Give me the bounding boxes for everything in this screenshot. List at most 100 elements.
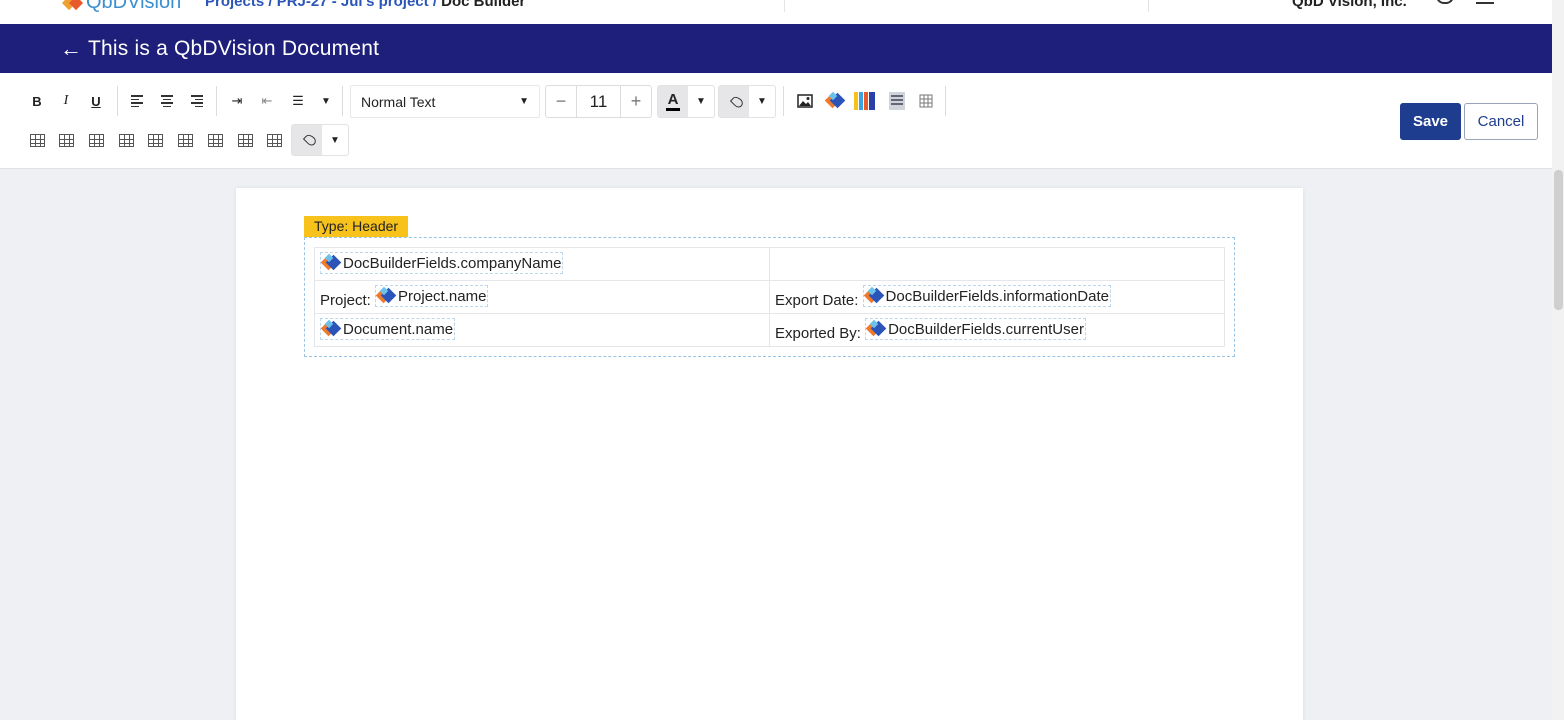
field-name: DocBuilderFields.currentUser xyxy=(888,320,1084,338)
paragraph-style-select[interactable]: Normal Text ▼ xyxy=(350,85,540,118)
column-right-icon xyxy=(147,133,163,147)
page-title: This is a QbDVision Document xyxy=(88,36,380,60)
app-logo[interactable]: QbDVision xyxy=(64,0,181,14)
qbdvision-field-icon xyxy=(824,91,845,110)
chat-icon[interactable] xyxy=(1436,0,1454,4)
highlight-color-dropdown[interactable]: ▼ xyxy=(749,86,775,117)
bold-button[interactable]: B xyxy=(24,88,50,114)
cell-color-button[interactable] xyxy=(292,125,322,155)
row-below-icon xyxy=(88,133,104,147)
underline-button[interactable]: U xyxy=(83,88,109,114)
field-name: Document.name xyxy=(343,320,454,338)
align-center-button[interactable] xyxy=(154,88,180,114)
delete-row-button[interactable] xyxy=(172,127,198,153)
align-left-button[interactable] xyxy=(124,88,150,114)
cell-color-dropdown[interactable]: ▼ xyxy=(322,125,348,155)
font-size-decrease-button[interactable]: − xyxy=(546,86,576,117)
field-token[interactable]: DocBuilderFields.currentUser xyxy=(865,318,1086,340)
menu-icon[interactable] xyxy=(1476,2,1494,4)
cell-label: Exported By: xyxy=(775,325,861,342)
delete-row-icon xyxy=(177,133,193,147)
highlight-color-button[interactable] xyxy=(719,86,749,117)
breadcrumb-links[interactable]: Projects / PRJ-27 - Jul's project / xyxy=(205,0,441,10)
breadcrumb-current: Doc Builder xyxy=(441,0,526,10)
toolbar-divider xyxy=(117,86,118,116)
cell-label: Export Date: xyxy=(775,292,859,309)
table-cell[interactable] xyxy=(769,247,1225,281)
outdent-icon: ⇤ xyxy=(261,93,273,108)
scrollbar-thumb[interactable] xyxy=(1554,170,1563,310)
table-cell[interactable]: Exported By: DocBuilderFields.currentUse… xyxy=(769,313,1225,347)
outdent-button[interactable]: ⇤ xyxy=(254,88,280,114)
qbdvision-logo-icon xyxy=(64,0,82,10)
image-icon xyxy=(797,94,813,108)
insert-table-grid-button[interactable] xyxy=(24,127,50,153)
paint-drop-icon xyxy=(302,132,318,148)
font-color-control[interactable]: A ▼ xyxy=(657,85,715,118)
back-arrow-icon[interactable]: ← xyxy=(60,37,82,60)
insert-table-button[interactable] xyxy=(913,88,939,114)
chevron-down-icon: ▼ xyxy=(696,96,706,107)
highlight-color-control[interactable]: ▼ xyxy=(718,85,776,118)
merge-cells-button[interactable] xyxy=(232,127,258,153)
company-name[interactable]: QbD Vision, Inc. xyxy=(1292,0,1407,10)
table-cell[interactable]: Document.name xyxy=(314,313,770,347)
qbdvision-field-icon xyxy=(320,319,342,338)
font-color-dropdown[interactable]: ▼ xyxy=(688,86,714,117)
font-size-increase-button[interactable]: + xyxy=(621,86,651,117)
chevron-down-icon: ▼ xyxy=(330,134,340,146)
qbdvision-field-icon xyxy=(375,286,397,305)
appbar-divider xyxy=(1148,0,1149,12)
save-button[interactable]: Save xyxy=(1400,103,1461,140)
qbdvision-field-icon xyxy=(865,319,887,338)
italic-button[interactable]: I xyxy=(53,88,79,114)
table-icon xyxy=(919,94,933,108)
insert-widget-button[interactable] xyxy=(852,88,878,114)
logo-text: QbDVision xyxy=(86,0,182,13)
document-icon xyxy=(889,92,905,110)
table-cell[interactable]: DocBuilderFields.companyName xyxy=(314,247,770,281)
insert-row-above-button[interactable] xyxy=(53,127,79,153)
delete-column-button[interactable] xyxy=(202,127,228,153)
cell-color-control[interactable]: ▼ xyxy=(291,124,349,156)
paint-drop-icon xyxy=(729,94,745,109)
numbered-list-button[interactable]: ☰ xyxy=(285,88,311,114)
insert-field-button[interactable] xyxy=(822,88,848,114)
column-left-icon xyxy=(118,133,134,147)
insert-image-button[interactable] xyxy=(792,88,818,114)
list-dropdown-button[interactable]: ▼ xyxy=(313,88,339,114)
split-cells-icon xyxy=(266,133,282,147)
toolbar-divider xyxy=(342,86,343,116)
header-table[interactable]: DocBuilderFields.companyName Project: Pr… xyxy=(314,247,1225,347)
indent-button[interactable]: ⇥ xyxy=(224,88,250,114)
field-token[interactable]: DocBuilderFields.informationDate xyxy=(862,285,1111,307)
document-title-bar: ← This is a QbDVision Document xyxy=(0,24,1552,73)
field-token[interactable]: Document.name xyxy=(320,318,456,340)
field-token[interactable]: Project.name xyxy=(375,285,489,307)
insert-row-below-button[interactable] xyxy=(83,127,109,153)
field-name: Project.name xyxy=(398,287,487,305)
paragraph-style-value: Normal Text xyxy=(361,93,436,110)
align-right-button[interactable] xyxy=(184,88,210,114)
font-color-icon: A xyxy=(667,91,679,108)
split-cells-button[interactable] xyxy=(261,127,287,153)
font-size-stepper[interactable]: − 11 + xyxy=(545,85,652,118)
cancel-button[interactable]: Cancel xyxy=(1464,103,1538,140)
insert-column-right-button[interactable] xyxy=(142,127,168,153)
font-color-swatch xyxy=(666,108,680,111)
align-right-icon xyxy=(191,95,203,107)
chevron-down-icon: ▼ xyxy=(321,95,331,107)
page-scrollbar[interactable] xyxy=(1552,0,1564,720)
table-cell[interactable]: Project: Project.name xyxy=(314,280,770,314)
table-grid-icon xyxy=(29,133,45,147)
field-token[interactable]: DocBuilderFields.companyName xyxy=(320,252,564,274)
font-size-input[interactable]: 11 xyxy=(576,86,621,117)
toolbar-divider xyxy=(216,86,217,116)
font-color-button[interactable]: A xyxy=(658,86,688,117)
insert-column-left-button[interactable] xyxy=(113,127,139,153)
insert-document-button[interactable] xyxy=(884,88,910,114)
table-cell[interactable]: Export Date: DocBuilderFields.informatio… xyxy=(769,280,1225,314)
chevron-down-icon: ▼ xyxy=(519,96,529,107)
table-row: Document.name Exported By: DocBuilderFie… xyxy=(314,313,1225,347)
align-left-icon xyxy=(131,95,143,107)
